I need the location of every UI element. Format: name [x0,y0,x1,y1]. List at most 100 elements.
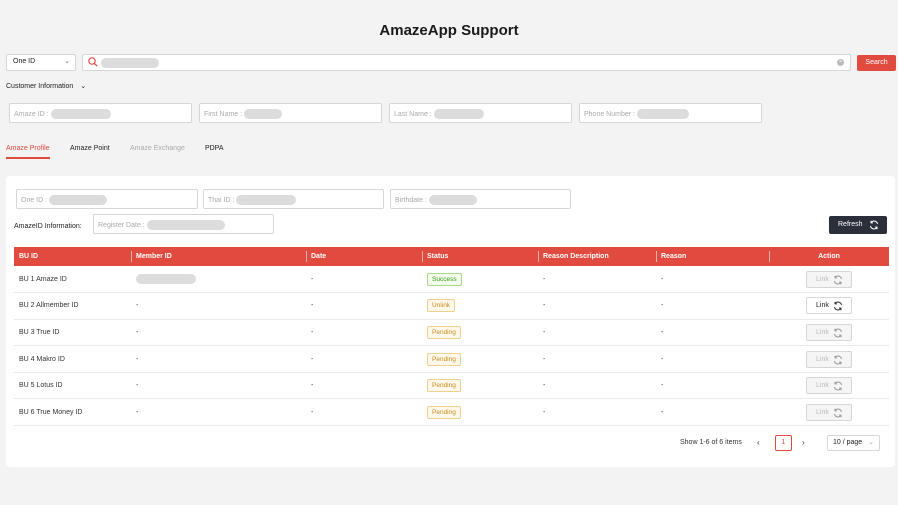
reason-description-cell: - [538,372,656,400]
refresh-label: Refresh [838,221,863,228]
table-row: BU 1 Amaze ID - Success - - Link [14,266,889,294]
chevron-down-icon: ⌄ [80,83,87,90]
bu-id-cell: BU 3 True ID [14,319,131,347]
page-size-select[interactable]: 10 / page ⌄ [827,435,880,451]
link-label: Link [816,275,829,283]
page-1-button[interactable]: 1 [775,435,792,451]
member-id-cell [131,266,306,294]
status-cell: Pending [422,398,538,427]
search-icon [88,57,98,67]
amaze-id-placeholder: Amaze ID : [14,110,49,118]
redacted-value [50,109,111,119]
link-button[interactable]: Link [806,297,852,315]
column-header: BU ID [14,247,131,266]
member-id-cell: - [131,345,306,373]
reason-cell: - [656,345,769,373]
column-header: Reason Description [538,247,656,266]
birthdate-placeholder: Birthdate : [395,196,427,204]
member-id-cell: - [131,398,306,427]
table-row: BU 6 True Money ID - - Pending - - Link [14,398,889,427]
date-cell: - [306,398,422,427]
member-id: - [136,302,139,310]
first-name-field[interactable]: First Name : [199,103,382,123]
customer-info-toggle[interactable]: Customer Information ⌄ [6,82,86,90]
clear-icon[interactable]: × [837,59,844,66]
refresh-button[interactable]: Refresh [829,216,887,234]
one-id-field[interactable]: One ID : [16,189,198,209]
column-header: Action [769,247,889,266]
birthdate-field[interactable]: Birthdate : [390,189,571,209]
one-id-placeholder: One ID : [21,196,48,204]
search-type-value: One ID [13,58,36,65]
register-date-field[interactable]: Register Date : [93,214,274,234]
phone-number-placeholder: Phone Number : [584,110,635,118]
phone-number-field[interactable]: Phone Number : [579,103,762,123]
reason-cell: - [656,398,769,427]
status-cell: Pending [422,372,538,400]
tab-amaze-point[interactable]: Amaze Point [70,145,110,152]
status-badge: Success [427,272,462,286]
reason-description-cell: - [538,266,656,294]
refresh-icon [870,220,878,230]
tab-amaze-profile[interactable]: Amaze Profile [6,145,50,159]
bu-id-cell: BU 5 Lotus ID [14,372,131,400]
redacted-value [428,195,477,205]
search-value-redacted [101,58,159,68]
member-id-cell: - [131,292,306,320]
redacted-value [49,195,108,205]
bu-id-cell: BU 6 True Money ID [14,398,131,427]
chevron-down-icon: ⌄ [64,58,70,65]
refresh-icon [834,408,842,418]
member-id: - [136,355,139,363]
member-id-cell: - [131,319,306,347]
redacted-value [146,220,225,230]
status-cell: Pending [422,319,538,347]
status-badge: Pending [427,352,461,366]
chevron-down-icon: ⌄ [868,439,874,446]
register-date-placeholder: Register Date : [98,221,145,229]
link-label: Link [816,328,829,336]
status-badge: Pending [427,379,461,393]
bu-id-cell: BU 1 Amaze ID [14,266,131,294]
date-cell: - [306,292,422,320]
table-row: BU 5 Lotus ID - - Pending - - Link [14,372,889,400]
member-id: - [136,328,139,336]
pagination-summary: Show 1-6 of 6 items [680,439,742,446]
column-header: Date [306,247,422,266]
last-name-field[interactable]: Last Name : [389,103,572,123]
member-id: - [136,382,139,390]
table-row: BU 2 Allmember ID - - Unlink - - Link [14,292,889,320]
thai-id-field[interactable]: Thai ID : [203,189,384,209]
prev-page-button[interactable]: ‹ [757,438,760,447]
tab-amaze-exchange: Amaze Exchange [130,145,185,152]
link-button: Link [806,323,852,341]
search-input[interactable]: × [82,54,851,71]
next-page-button[interactable]: › [802,438,805,447]
action-cell: Link [769,372,889,400]
status-badge: Pending [427,405,461,419]
table-header-row: BU ID Member ID Date Status Reason Descr… [14,247,889,266]
page-size-value: 10 / page [833,439,863,446]
search-type-select[interactable]: One ID ⌄ [6,54,76,71]
tab-pdpa[interactable]: PDPA [205,145,224,152]
action-cell: Link [769,345,889,373]
status-cell: Success [422,266,538,294]
thai-id-placeholder: Thai ID : [208,196,235,204]
redacted-value [433,109,484,119]
link-button: Link [806,377,852,395]
search-button[interactable]: Search [857,55,896,71]
link-button: Link [806,350,852,368]
member-id-cell: - [131,372,306,400]
link-label: Link [816,382,829,390]
member-id: - [136,408,139,416]
column-header: Status [422,247,538,266]
bu-link-table: BU ID Member ID Date Status Reason Descr… [14,247,889,427]
amazeid-info-label: AmazeID Information: [14,223,82,230]
action-cell: Link [769,292,889,320]
link-button: Link [806,403,852,421]
reason-description-cell: - [538,398,656,427]
bu-id-cell: BU 4 Makro ID [14,345,131,373]
amaze-id-field[interactable]: Amaze ID : [9,103,192,123]
reason-cell: - [656,319,769,347]
table-row: BU 4 Makro ID - - Pending - - Link [14,345,889,373]
